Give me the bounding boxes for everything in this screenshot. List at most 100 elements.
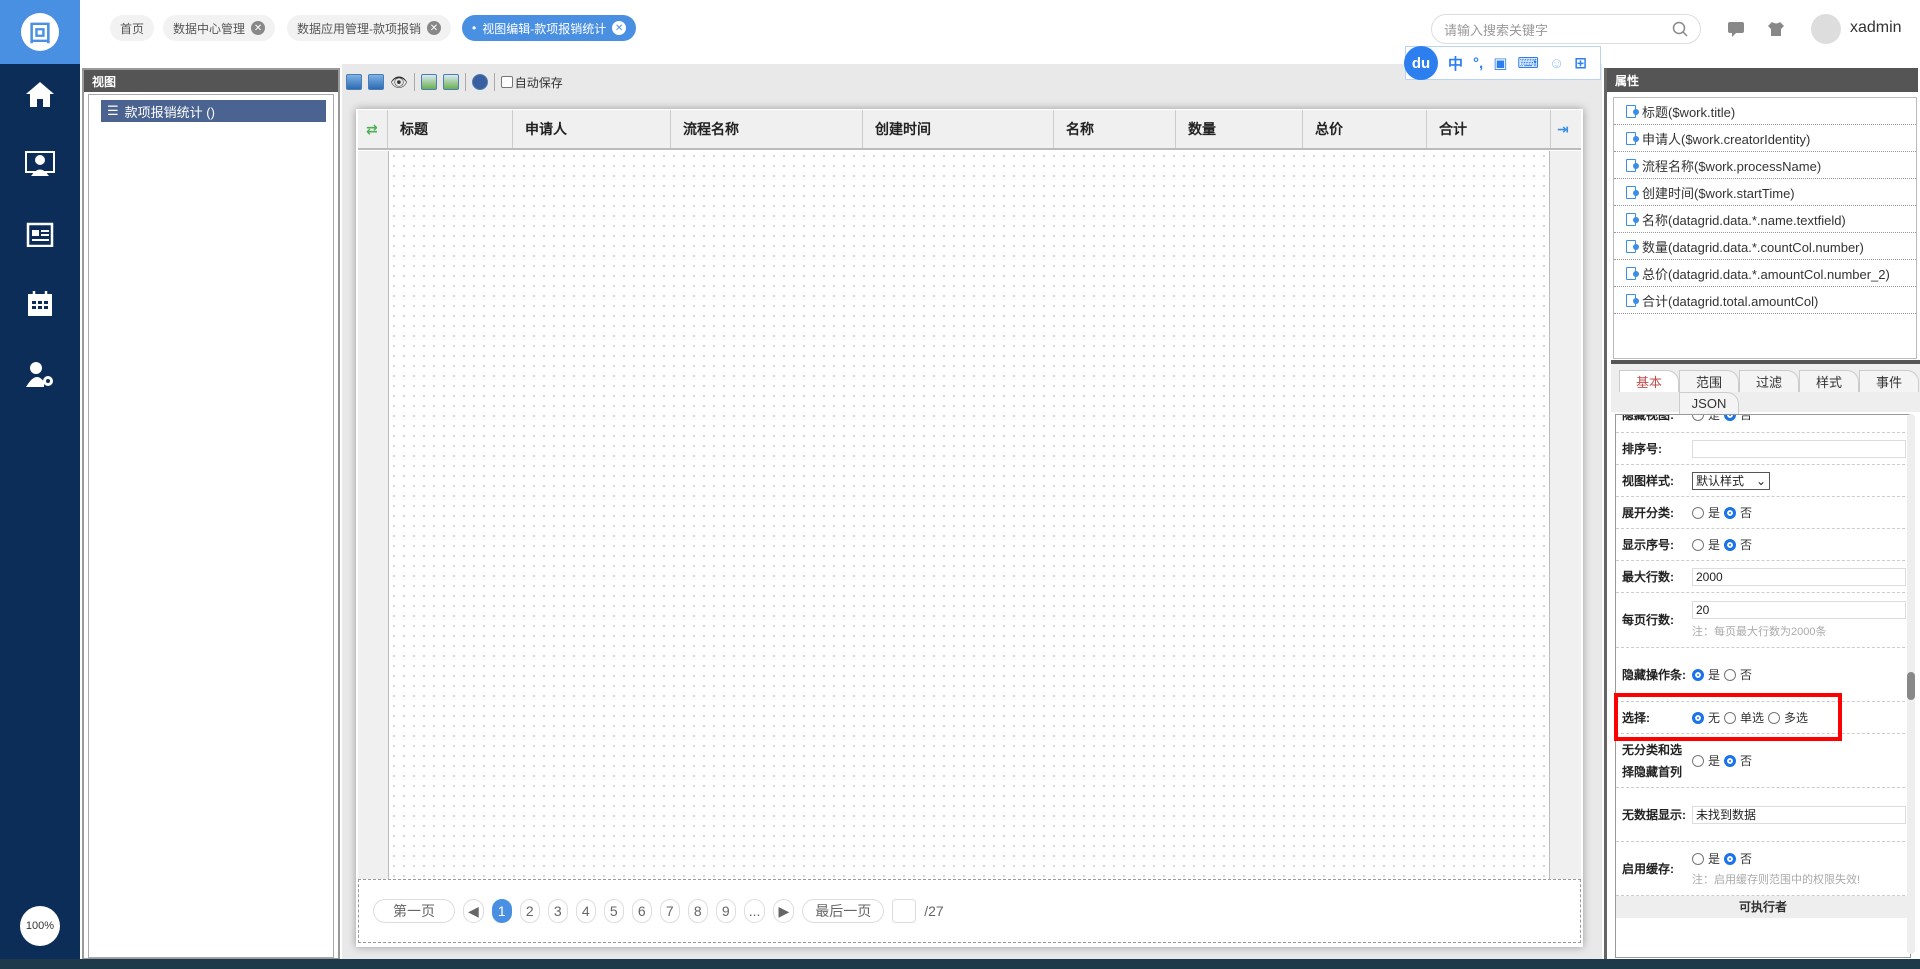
column-header[interactable]: 申请人: [513, 110, 671, 148]
radio-yes[interactable]: [1692, 754, 1704, 767]
radio-no[interactable]: [1724, 852, 1737, 865]
close-icon[interactable]: ✕: [427, 21, 441, 35]
form-row-page-rows: 每页行数: 20 注：每页最大行数为2000条: [1616, 593, 1910, 648]
tab-events[interactable]: 事件: [1859, 370, 1919, 392]
page-button[interactable]: 6: [631, 899, 652, 923]
max-rows-input[interactable]: 2000: [1692, 567, 1906, 586]
prev-page-button[interactable]: ◀: [463, 899, 484, 923]
tab-json[interactable]: JSON: [1679, 392, 1739, 414]
page-button[interactable]: 8: [687, 899, 708, 923]
search-icon[interactable]: [1672, 21, 1688, 37]
radio-yes[interactable]: [1692, 852, 1704, 865]
user-icon[interactable]: ☺: [1549, 55, 1564, 72]
ime-punct[interactable]: °,: [1473, 55, 1483, 72]
avatar[interactable]: [1811, 14, 1841, 44]
column-header[interactable]: 流程名称: [671, 110, 863, 148]
page-jump-input[interactable]: [892, 899, 917, 923]
export-icon[interactable]: [442, 74, 459, 90]
page-rows-input[interactable]: 20: [1692, 601, 1906, 619]
first-page-button[interactable]: 第一页: [373, 899, 455, 923]
close-icon[interactable]: ✕: [251, 21, 266, 35]
preview-eye-icon[interactable]: 👁: [390, 74, 408, 91]
radio-label: 否: [1740, 754, 1753, 768]
tab-data-center[interactable]: 数据中心管理 ✕: [163, 15, 276, 41]
style-select[interactable]: 默认样式 ⌄: [1692, 471, 1770, 490]
tab-basic[interactable]: 基本: [1619, 370, 1679, 392]
radio-yes[interactable]: [1692, 538, 1704, 551]
no-data-input[interactable]: 未找到数据: [1692, 805, 1906, 824]
close-icon[interactable]: ✕: [612, 21, 627, 35]
list-item[interactable]: 合计(datagrid.total.amountCol): [1614, 287, 1916, 314]
page-button[interactable]: 5: [603, 899, 624, 923]
tab-scope[interactable]: 范围: [1679, 370, 1739, 392]
save-icon[interactable]: [346, 74, 362, 90]
column-header[interactable]: 数量: [1176, 110, 1303, 148]
zoom-level-badge[interactable]: 100%: [20, 906, 60, 946]
page-button[interactable]: 1: [491, 899, 512, 923]
refresh-icon[interactable]: ⇄: [358, 110, 388, 148]
list-item[interactable]: 流程名称($work.processName): [1614, 152, 1916, 179]
news-icon[interactable]: [0, 204, 80, 264]
divider: [413, 73, 415, 91]
help-icon[interactable]: [471, 74, 488, 90]
message-icon[interactable]: [1727, 21, 1745, 40]
column-header[interactable]: 合计: [1427, 110, 1551, 148]
page-button[interactable]: 4: [575, 899, 596, 923]
list-item[interactable]: 申请人($work.creatorIdentity): [1614, 125, 1916, 152]
column-header[interactable]: 标题: [388, 110, 513, 148]
radio-no[interactable]: [1724, 415, 1737, 421]
list-item[interactable]: 总价(datagrid.data.*.amountCol.number_2): [1614, 260, 1916, 287]
home-icon[interactable]: [0, 64, 80, 124]
page-button[interactable]: 7: [659, 899, 680, 923]
import-icon[interactable]: [420, 74, 437, 90]
property-label: 申请人($work.creatorIdentity): [1642, 131, 1811, 147]
radio-no[interactable]: [1724, 538, 1737, 551]
list-item[interactable]: 名称(datagrid.data.*.name.textfield): [1614, 206, 1916, 233]
form-row-style: 视图样式: 默认样式 ⌄: [1616, 465, 1910, 497]
skin-icon[interactable]: [1767, 21, 1785, 40]
radio-no[interactable]: [1724, 754, 1737, 767]
export-column-icon[interactable]: ⇥: [1551, 110, 1581, 148]
field-label: 最大行数:: [1622, 569, 1674, 584]
list-item[interactable]: 数量(datagrid.data.*.countCol.number): [1614, 233, 1916, 260]
last-page-button[interactable]: 最后一页: [802, 899, 885, 923]
list-item[interactable]: 创建时间($work.startTime): [1614, 179, 1916, 206]
username[interactable]: xadmin: [1850, 19, 1902, 37]
column-header[interactable]: 名称: [1054, 110, 1176, 148]
tree-item[interactable]: ☰ 款项报销统计 (): [101, 100, 326, 122]
list-item[interactable]: 标题($work.title): [1614, 98, 1916, 125]
order-input[interactable]: [1692, 439, 1906, 458]
tab-style[interactable]: 样式: [1799, 370, 1859, 392]
search-input[interactable]: 请输入搜索关键字: [1431, 14, 1701, 44]
desktop-user-icon[interactable]: [0, 134, 80, 194]
tab-data-app[interactable]: 数据应用管理-款项报销 ✕: [287, 15, 451, 41]
radio-yes[interactable]: [1692, 668, 1704, 681]
page-button[interactable]: 9: [715, 899, 736, 923]
radio-yes[interactable]: [1692, 506, 1704, 519]
page-button[interactable]: 3: [547, 899, 568, 923]
radio-no[interactable]: [1724, 506, 1737, 519]
save-as-icon[interactable]: [368, 74, 384, 90]
executor-section-header[interactable]: 可执行者: [1616, 896, 1910, 918]
autosave-checkbox[interactable]: [500, 76, 513, 88]
tab-view-edit[interactable]: • 视图编辑-款项报销统计 ✕: [462, 15, 637, 41]
form-scrollbar[interactable]: [1907, 414, 1915, 954]
ime-lang[interactable]: 中: [1448, 53, 1463, 74]
page-button[interactable]: 2: [519, 899, 540, 923]
calendar-icon[interactable]: [0, 274, 80, 334]
scroll-thumb[interactable]: [1907, 672, 1915, 700]
next-page-button[interactable]: ▶: [773, 899, 795, 923]
radio-yes[interactable]: [1692, 415, 1704, 421]
grid-icon[interactable]: ⊞: [1574, 54, 1587, 72]
tab-home[interactable]: 首页: [110, 15, 155, 41]
app-logo[interactable]: 回: [0, 0, 80, 64]
ime-logo[interactable]: du: [1404, 46, 1438, 80]
tab-filter[interactable]: 过滤: [1739, 370, 1799, 392]
radio-no[interactable]: [1724, 668, 1737, 681]
more-pages-button[interactable]: ...: [743, 899, 766, 923]
keyboard-icon[interactable]: ⌨: [1517, 54, 1539, 72]
column-header[interactable]: 总价: [1303, 110, 1427, 148]
user-settings-icon[interactable]: [0, 344, 80, 404]
toolbox-icon[interactable]: ▣: [1493, 54, 1507, 72]
column-header[interactable]: 创建时间: [863, 110, 1054, 148]
